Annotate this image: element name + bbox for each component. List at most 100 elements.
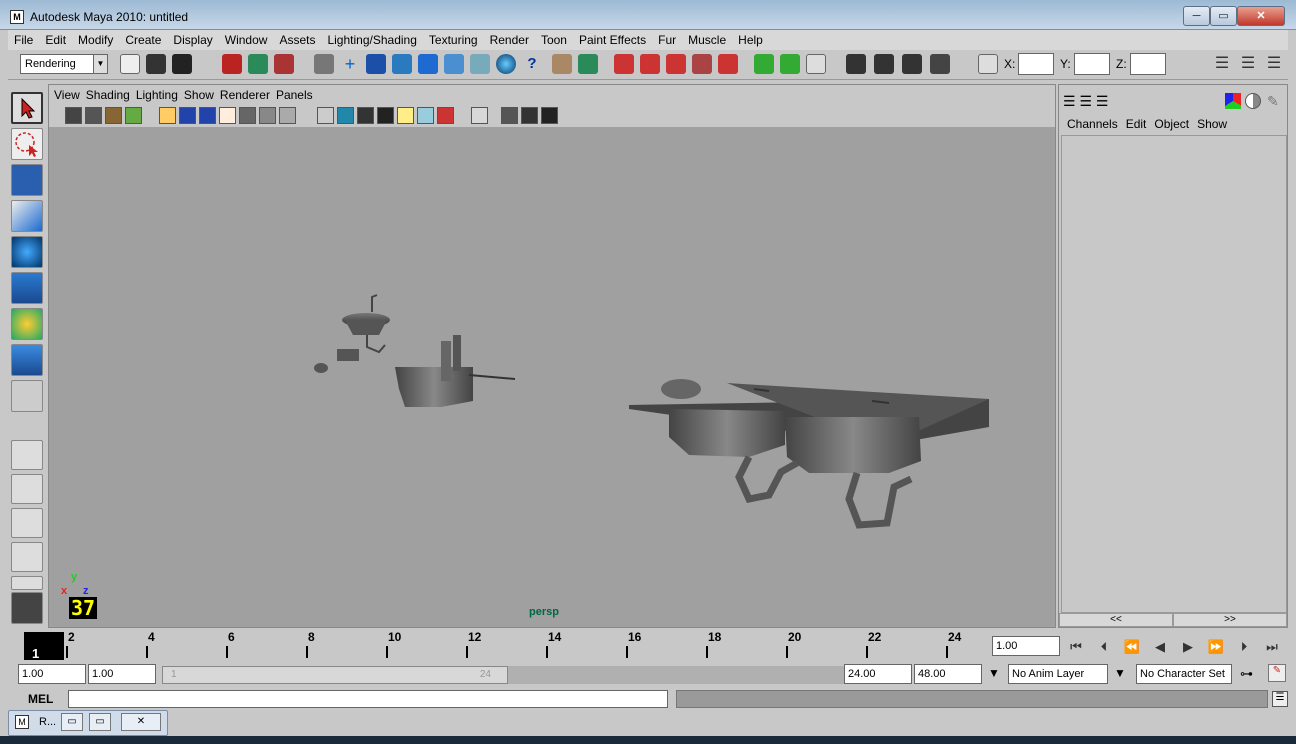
panel-menu-lighting[interactable]: Lighting xyxy=(133,85,181,105)
mel-label[interactable]: MEL xyxy=(28,692,53,706)
shadows-icon[interactable] xyxy=(417,107,434,124)
render-settings-icon[interactable] xyxy=(806,54,826,74)
render-sphere-icon[interactable] xyxy=(496,54,516,74)
select-tool-icon[interactable] xyxy=(11,92,43,124)
maya-logo-icon[interactable] xyxy=(11,592,43,624)
magnet-icon[interactable] xyxy=(614,54,634,74)
z-field[interactable] xyxy=(1130,53,1166,75)
four-view-layout-icon[interactable] xyxy=(11,474,43,504)
menu-fur[interactable]: Fur xyxy=(652,30,682,50)
close-button[interactable]: ✕ xyxy=(121,713,161,731)
xray-icon[interactable] xyxy=(437,107,454,124)
menu-modify[interactable]: Modify xyxy=(72,30,119,50)
universal-manipulator-icon[interactable] xyxy=(11,308,43,340)
range-slider[interactable]: 1 24 xyxy=(162,666,508,684)
layer-display-icon[interactable] xyxy=(1245,93,1261,109)
lock-selection-icon[interactable] xyxy=(314,54,334,74)
safe-title-icon[interactable] xyxy=(279,107,296,124)
play-backwards-icon[interactable]: ◀ xyxy=(1148,636,1172,658)
channel-menu-channels[interactable]: Channels xyxy=(1063,115,1122,133)
input-mode-icon[interactable] xyxy=(978,54,998,74)
menu-texturing[interactable]: Texturing xyxy=(423,30,484,50)
playback-end-field[interactable]: 24.00 xyxy=(844,664,912,684)
step-forward-key-icon[interactable]: ⏵ xyxy=(1232,636,1256,658)
magnet-live-icon[interactable] xyxy=(718,54,738,74)
image-plane-icon[interactable] xyxy=(125,107,142,124)
hypershade-layout-icon[interactable] xyxy=(11,576,43,590)
select-object-icon[interactable] xyxy=(248,54,268,74)
gate-mask-icon[interactable] xyxy=(219,107,236,124)
move-tool-icon[interactable] xyxy=(11,200,43,232)
snap-grid-icon[interactable]: + xyxy=(340,54,360,74)
lock-icon[interactable] xyxy=(552,54,572,74)
go-to-start-icon[interactable]: ⏮ xyxy=(1064,636,1088,658)
menu-assets[interactable]: Assets xyxy=(273,30,321,50)
animation-preferences-icon[interactable]: ✎ xyxy=(1268,664,1286,682)
show-manipulator-icon[interactable] xyxy=(11,380,43,412)
channel-box-scrollbar[interactable]: << >> xyxy=(1059,613,1287,627)
new-scene-icon[interactable] xyxy=(120,54,140,74)
character-set-arrow-icon[interactable]: ▼ xyxy=(1114,666,1126,680)
backface-culling-icon[interactable] xyxy=(541,107,558,124)
step-back-frame-icon[interactable]: ⏪ xyxy=(1120,636,1144,658)
isolate-select-icon[interactable] xyxy=(471,107,488,124)
graph-editor-layout-icon[interactable] xyxy=(11,542,43,572)
menu-create[interactable]: Create xyxy=(119,30,167,50)
x-field[interactable] xyxy=(1018,53,1054,75)
select-by-name-icon[interactable] xyxy=(578,54,598,74)
pen-icon[interactable]: ✎ xyxy=(1267,93,1283,109)
anim-layer-select[interactable]: No Anim Layer xyxy=(1008,664,1108,684)
close-button[interactable]: ✕ xyxy=(1237,6,1285,26)
magnet-plane-icon[interactable] xyxy=(692,54,712,74)
render-globals-icon[interactable] xyxy=(902,54,922,74)
textured-icon[interactable] xyxy=(377,107,394,124)
render-view-icon[interactable] xyxy=(780,54,800,74)
rotate-tool-icon[interactable] xyxy=(11,236,43,268)
wireframe-icon[interactable] xyxy=(317,107,334,124)
field-chart-icon[interactable] xyxy=(239,107,256,124)
minimize-button[interactable]: ─ xyxy=(1183,6,1210,26)
single-perspective-layout-icon[interactable] xyxy=(11,440,43,470)
safe-action-icon[interactable] xyxy=(259,107,276,124)
menu-muscle[interactable]: Muscle xyxy=(682,30,732,50)
bookmark-icon[interactable] xyxy=(105,107,122,124)
film-gate-icon[interactable] xyxy=(179,107,196,124)
chevron-down-icon[interactable]: ▼ xyxy=(93,55,107,73)
mel-input[interactable] xyxy=(68,690,668,708)
menu-edit[interactable]: Edit xyxy=(39,30,72,50)
camera-attributes-icon[interactable] xyxy=(85,107,102,124)
snap-curve-icon[interactable] xyxy=(366,54,386,74)
resolution-gate-icon[interactable] xyxy=(199,107,216,124)
channel-color-icon[interactable] xyxy=(1225,93,1241,109)
toilet[interactable] xyxy=(395,335,516,407)
menu-file[interactable]: File xyxy=(8,30,39,50)
menu-help[interactable]: Help xyxy=(732,30,769,50)
soft-modification-icon[interactable] xyxy=(11,344,43,376)
current-frame-field[interactable]: 1.00 xyxy=(992,636,1060,656)
perspective-viewport[interactable]: y x z 37 persp xyxy=(49,127,1055,627)
high-quality-icon[interactable] xyxy=(521,107,538,124)
channel-box-toggle-icon[interactable]: ☰ xyxy=(1264,54,1284,74)
character-set-select[interactable]: No Character Set xyxy=(1136,664,1232,684)
restore-button[interactable]: ▭ xyxy=(61,713,83,731)
step-back-key-icon[interactable]: ⏴ xyxy=(1092,636,1116,658)
ipr-render-icon[interactable] xyxy=(874,54,894,74)
maximize-button[interactable]: ▭ xyxy=(1210,6,1237,26)
minimized-render-window[interactable]: M R... ▭ ▭ ✕ xyxy=(8,710,168,736)
key-icon[interactable]: ⊶ xyxy=(1240,666,1253,682)
panel-menu-renderer[interactable]: Renderer xyxy=(217,85,273,105)
snap-point-icon[interactable] xyxy=(392,54,412,74)
panel-menu-panels[interactable]: Panels xyxy=(273,85,316,105)
maya-icon[interactable]: M xyxy=(10,10,24,24)
use-lights-icon[interactable] xyxy=(397,107,414,124)
panel-menu-show[interactable]: Show xyxy=(181,85,217,105)
scroll-right-button[interactable]: >> xyxy=(1173,613,1287,627)
snap-live-icon[interactable] xyxy=(444,54,464,74)
panel-menu-view[interactable]: View xyxy=(51,85,83,105)
time-slider[interactable]: 1 2 4 6 8 10 12 14 16 18 20 22 24 xyxy=(8,628,988,661)
menu-window[interactable]: Window xyxy=(219,30,274,50)
lasso-tool-icon[interactable] xyxy=(11,128,43,160)
magnet-curve-icon[interactable] xyxy=(640,54,660,74)
outliner-layout-icon[interactable] xyxy=(11,508,43,538)
xray-joints-icon[interactable] xyxy=(501,107,518,124)
